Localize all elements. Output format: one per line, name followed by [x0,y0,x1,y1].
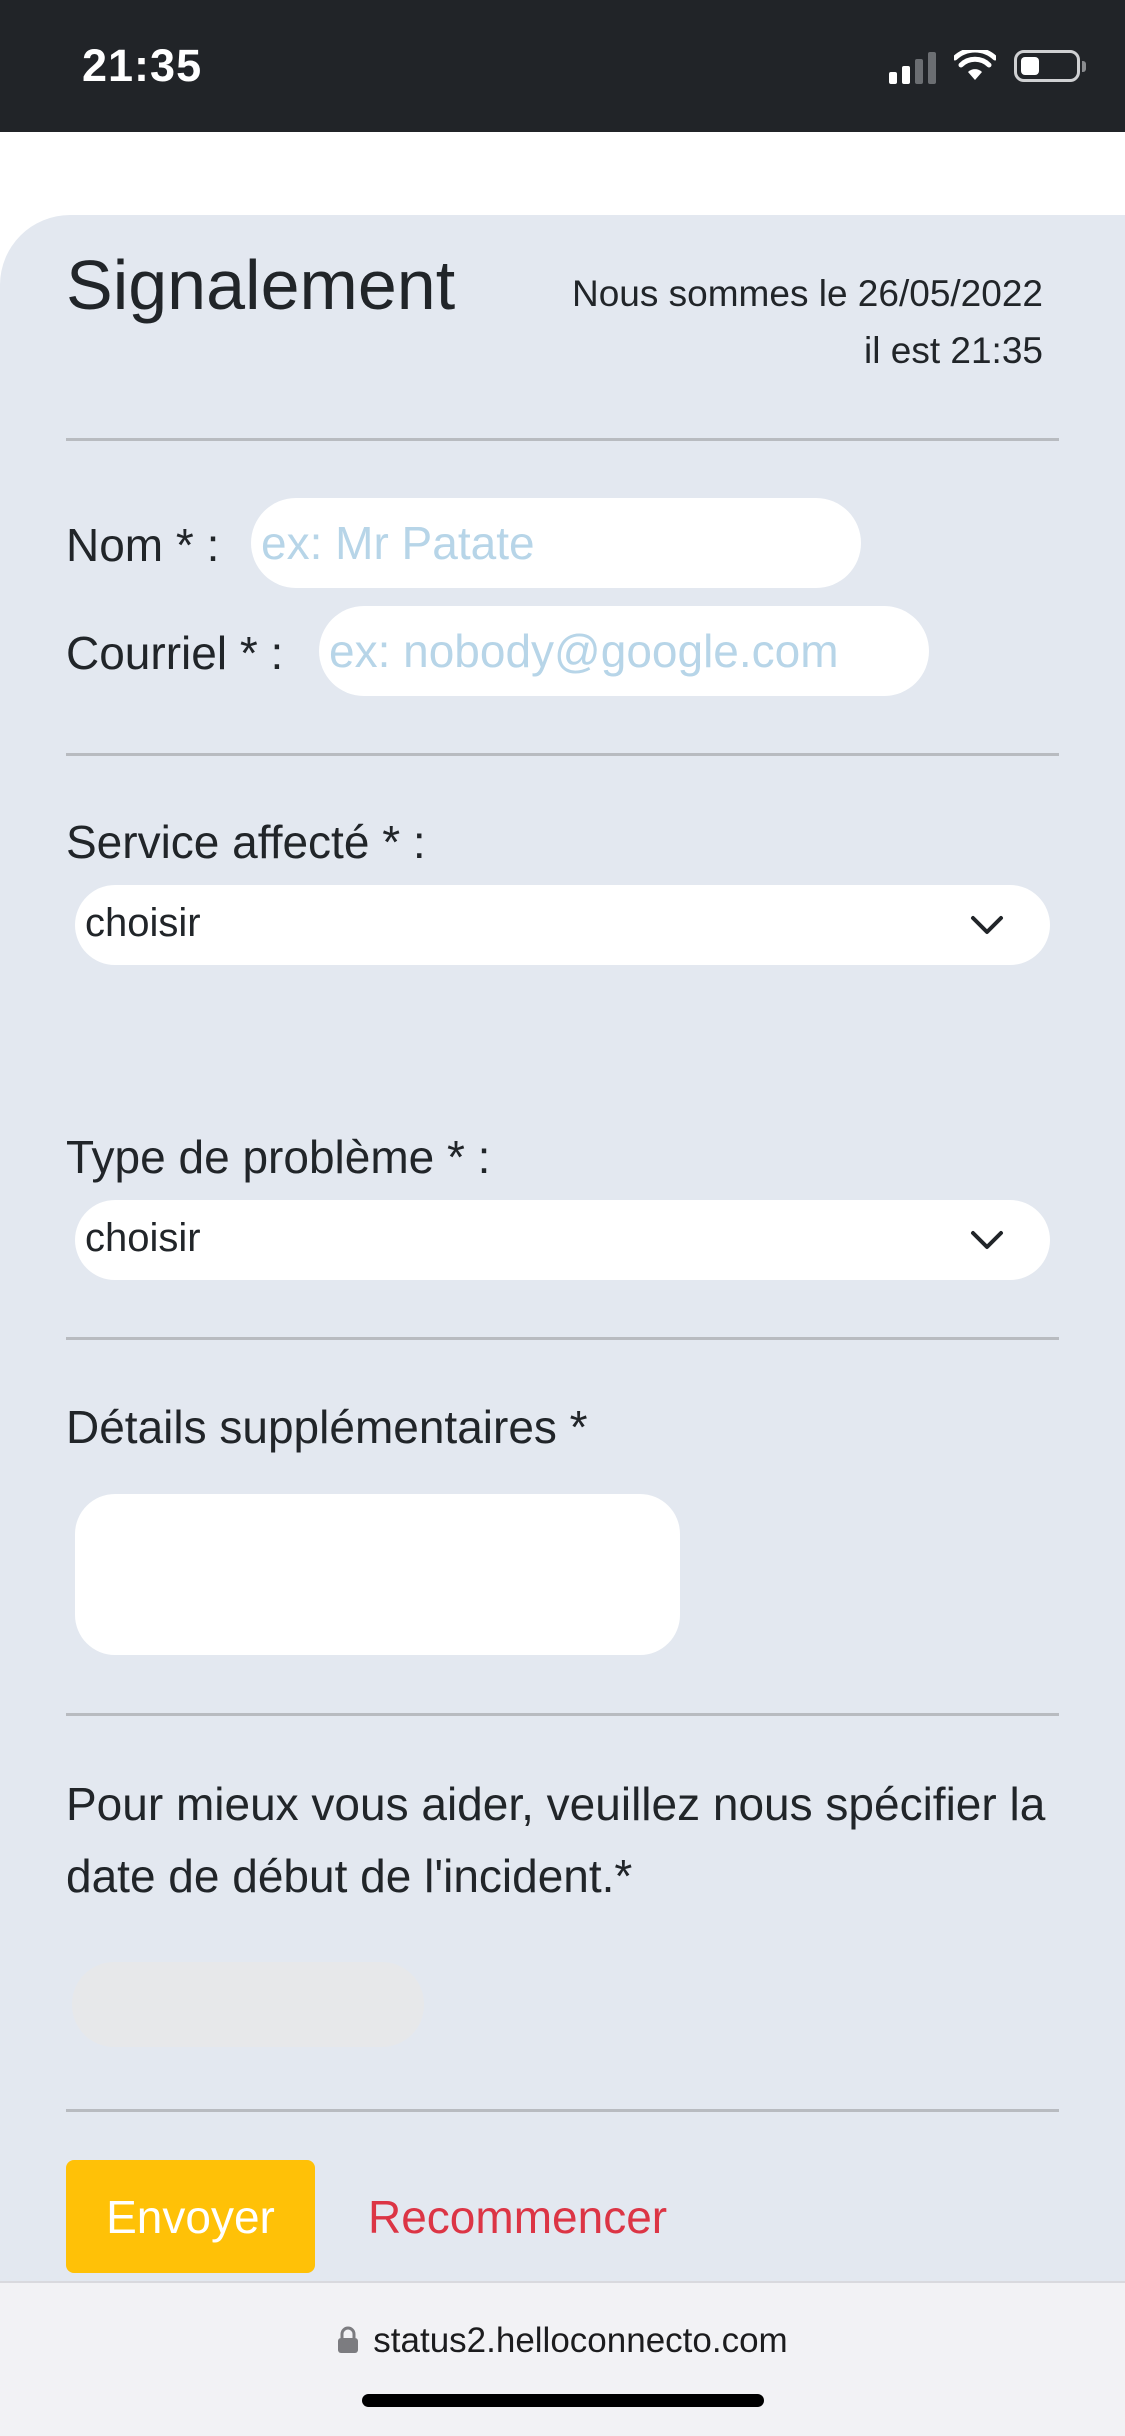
divider [66,2109,1059,2112]
details-label: Détails supplémentaires * [66,1401,588,1453]
current-time: il est 21:35 [864,330,1043,371]
divider [66,1713,1059,1716]
current-date: Nous sommes le 26/05/2022 [572,273,1043,314]
incident-date-field[interactable] [72,1962,424,2047]
incident-date-prompt: Pour mieux vous aider, veuillez nous spé… [66,1778,1046,1902]
service-label: Service affecté * : [66,816,426,868]
lock-icon [338,2326,359,2353]
name-field[interactable] [251,498,861,588]
problem-type-select-value: choisir [85,1216,201,1260]
name-label: Nom * : [66,519,220,571]
wifi-icon [954,50,996,80]
status-bar: 21:35 [0,0,1125,132]
email-label: Courriel * : [66,627,284,679]
page-title: Signalement [66,246,456,324]
divider [66,753,1059,756]
url-text: status2.helloconnecto.com [373,2321,788,2360]
status-icons [889,46,1086,86]
reset-link[interactable]: Recommencer [368,2190,667,2244]
problem-type-label: Type de problème * : [66,1131,491,1183]
service-select-value: choisir [85,901,201,945]
status-time: 21:35 [82,40,203,91]
divider [66,438,1059,441]
chevron-down-icon [971,1231,1003,1249]
browser-address-bar[interactable]: status2.helloconnecto.com [0,2281,1125,2436]
service-select[interactable]: choisir [75,885,1050,965]
home-indicator[interactable] [362,2394,764,2407]
divider [66,1337,1059,1340]
battery-icon [1014,50,1086,82]
cellular-signal-icon [889,48,936,84]
email-field[interactable] [319,606,929,696]
url-display: status2.helloconnecto.com [0,2321,1125,2361]
problem-type-select[interactable]: choisir [75,1200,1050,1280]
current-datetime: Nous sommes le 26/05/2022 il est 21:35 [572,265,1043,379]
details-textarea[interactable] [75,1494,680,1655]
submit-button[interactable]: Envoyer [66,2160,315,2273]
chevron-down-icon [971,916,1003,934]
